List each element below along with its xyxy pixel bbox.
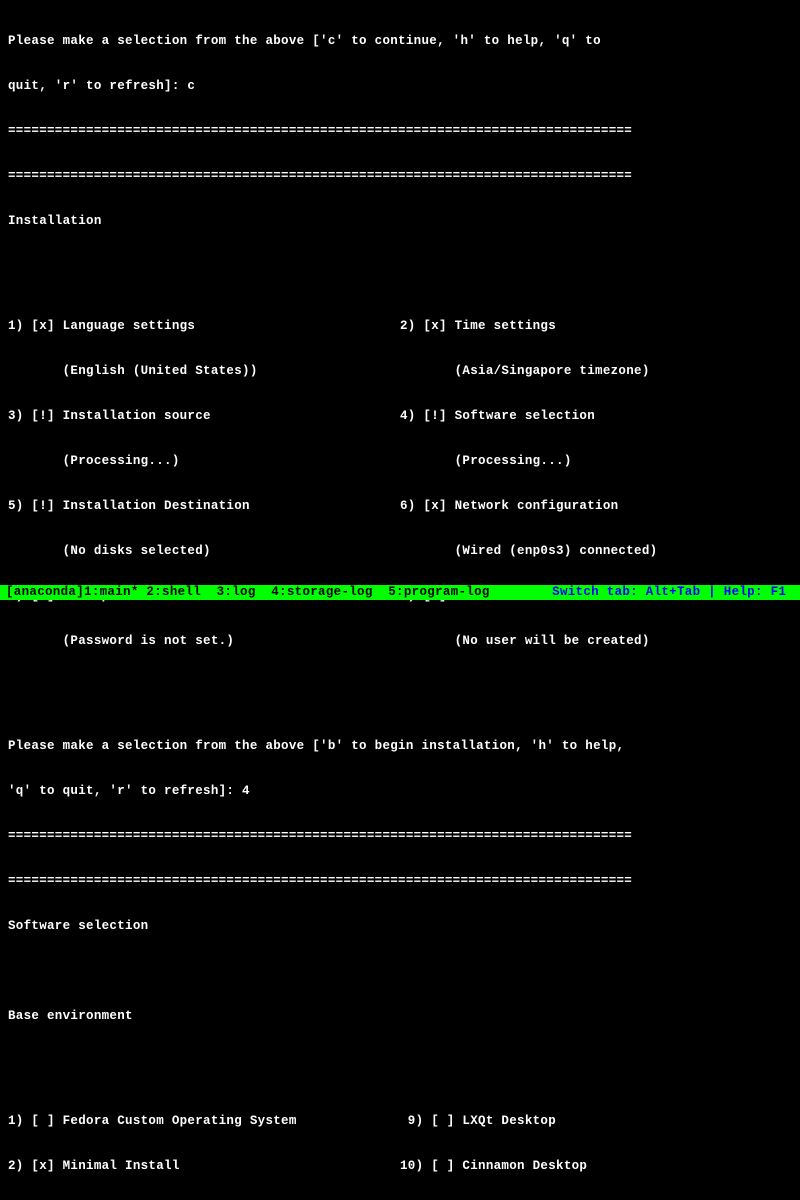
- menu-item-detail: (Processing...): [8, 454, 400, 469]
- divider: ========================================…: [8, 829, 792, 844]
- menu-item-detail: (No disks selected): [8, 544, 400, 559]
- env-option[interactable]: 9) [ ] LXQt Desktop: [400, 1114, 792, 1129]
- env-option[interactable]: 2) [x] Minimal Install: [8, 1159, 400, 1174]
- prompt-top-line1: Please make a selection from the above […: [8, 34, 792, 49]
- menu-item[interactable]: 3) [!] Installation source: [8, 409, 400, 424]
- menu-item-detail: (Password is not set.): [8, 634, 400, 649]
- menu-item[interactable]: 2) [x] Time settings: [400, 319, 792, 334]
- menu-item[interactable]: 4) [!] Software selection: [400, 409, 792, 424]
- section-title-software: Software selection: [8, 919, 792, 934]
- menu-item[interactable]: 1) [x] Language settings: [8, 319, 400, 334]
- blank-line: [8, 964, 792, 979]
- menu-item-detail: (Processing...): [400, 454, 792, 469]
- statusbar-tabs[interactable]: [anaconda]1:main* 2:shell 3:log 4:storag…: [6, 585, 552, 600]
- menu-item[interactable]: 6) [x] Network configuration: [400, 499, 792, 514]
- tmux-statusbar: [anaconda]1:main* 2:shell 3:log 4:storag…: [0, 585, 800, 600]
- divider: ========================================…: [8, 169, 792, 184]
- statusbar-hints: Switch tab: Alt+Tab | Help: F1: [552, 585, 794, 600]
- menu-item-detail: (English (United States)): [8, 364, 400, 379]
- divider: ========================================…: [8, 124, 792, 139]
- section-subtitle: Base environment: [8, 1009, 792, 1024]
- env-option[interactable]: 1) [ ] Fedora Custom Operating System: [8, 1114, 400, 1129]
- blank-line: [8, 1054, 792, 1069]
- menu-item-detail: (Wired (enp0s3) connected): [400, 544, 792, 559]
- menu-item-detail: (No user will be created): [400, 634, 792, 649]
- blank-line: [8, 259, 792, 274]
- menu-item[interactable]: 5) [!] Installation Destination: [8, 499, 400, 514]
- blank-line: [8, 694, 792, 709]
- prompt-top-line2: quit, 'r' to refresh]: c: [8, 79, 792, 94]
- env-option[interactable]: 10) [ ] Cinnamon Desktop: [400, 1159, 792, 1174]
- section-title-installation: Installation: [8, 214, 792, 229]
- prompt-mid-line1: Please make a selection from the above […: [8, 739, 792, 754]
- menu-item-detail: (Asia/Singapore timezone): [400, 364, 792, 379]
- divider: ========================================…: [8, 874, 792, 889]
- prompt-mid-line2[interactable]: 'q' to quit, 'r' to refresh]: 4: [8, 784, 792, 799]
